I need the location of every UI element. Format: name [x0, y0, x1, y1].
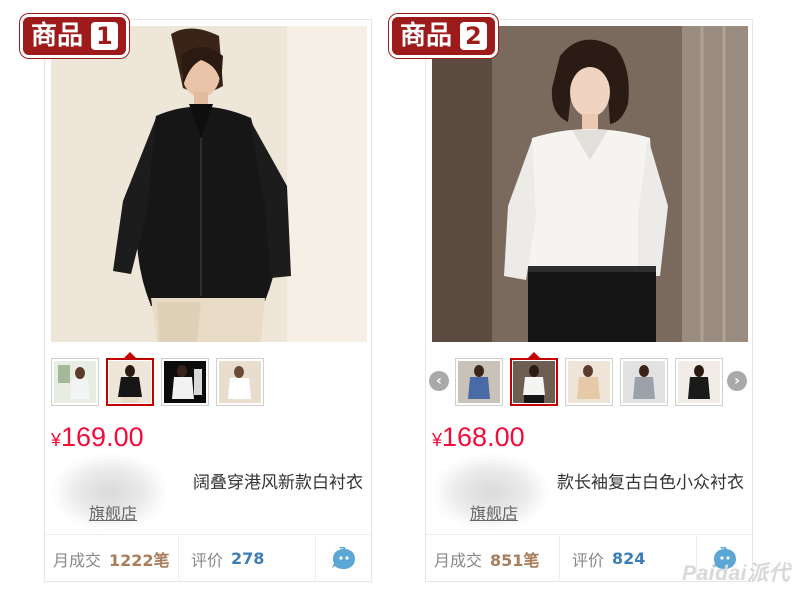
thumbnail-5[interactable] — [675, 358, 723, 406]
price-value: 168.00 — [442, 422, 525, 452]
sales-label: 月成交 — [434, 550, 483, 570]
sales-count: 1222笔 — [109, 550, 170, 570]
product-card-1: ¥169.00 阔叠穿港风新款白衬衣 旗舰店 月成交 1222笔 评价 278 — [44, 19, 372, 582]
reviews-label: 评价 — [572, 550, 605, 570]
thumbnail-2[interactable] — [106, 358, 154, 406]
prev-arrow-icon[interactable]: ‹ — [429, 371, 449, 391]
currency-symbol: ¥ — [432, 430, 443, 450]
review-count: 278 — [231, 549, 265, 568]
product-title[interactable]: 阔叠穿港风新款白衬衣 — [51, 468, 363, 493]
thumbnail-image — [54, 361, 96, 403]
thumbnail-image — [219, 361, 261, 403]
product-card-2: ‹ › ¥168.00 款长袖复古白色小众衬衣 旗舰店 月成交 851笔 评价 … — [425, 19, 753, 582]
next-arrow-icon[interactable]: › — [727, 371, 747, 391]
shop-link[interactable]: 旗舰店 — [89, 500, 137, 524]
thumbnail-2[interactable] — [510, 358, 558, 406]
thumbnail-image — [513, 361, 555, 403]
thumbnail-image — [623, 361, 665, 403]
thumbnail-1[interactable] — [51, 358, 99, 406]
badge-number: 2 — [460, 22, 487, 50]
watermark-logo: Paidai派代 — [682, 562, 790, 585]
product-badge-2: 商品 2 — [389, 14, 498, 58]
product-badge-1: 商品 1 — [20, 14, 129, 58]
currency-symbol: ¥ — [51, 430, 62, 450]
product-stats: 月成交 1222笔 评价 278 — [45, 534, 371, 582]
reviews[interactable]: 评价 824 — [559, 535, 696, 582]
monthly-sales: 月成交 1222笔 — [45, 535, 178, 582]
reviews[interactable]: 评价 278 — [178, 535, 315, 582]
thumbnail-4[interactable] — [216, 358, 264, 406]
sales-label: 月成交 — [53, 550, 102, 570]
product-main-image[interactable] — [51, 26, 367, 342]
product-title[interactable]: 款长袖复古白色小众衬衣 — [432, 468, 744, 493]
thumbnail-strip — [51, 358, 264, 406]
product-main-image[interactable] — [432, 26, 748, 342]
monthly-sales: 月成交 851笔 — [426, 535, 559, 582]
badge-number: 1 — [91, 22, 118, 50]
thumbnail-image — [458, 361, 500, 403]
thumbnail-image — [109, 361, 151, 403]
price-value: 169.00 — [61, 422, 144, 452]
shop-link[interactable]: 旗舰店 — [470, 500, 518, 524]
thumbnail-1[interactable] — [455, 358, 503, 406]
chat-bubble-icon — [331, 546, 355, 569]
badge-label: 商品 — [400, 21, 453, 51]
review-count: 824 — [612, 549, 646, 568]
woman-black-shirt-photo — [51, 26, 367, 342]
badge-label: 商品 — [31, 21, 84, 51]
product-price: ¥168.00 — [432, 422, 525, 453]
thumbnail-3[interactable] — [161, 358, 209, 406]
thumbnail-3[interactable] — [565, 358, 613, 406]
woman-white-shirt-photo — [432, 26, 748, 342]
thumbnail-image — [568, 361, 610, 403]
thumbnail-image — [678, 361, 720, 403]
thumbnail-4[interactable] — [620, 358, 668, 406]
thumbnail-strip — [455, 358, 723, 406]
chat-button[interactable] — [315, 535, 371, 582]
sales-count: 851笔 — [490, 550, 540, 570]
product-price: ¥169.00 — [51, 422, 144, 453]
thumbnail-image — [164, 361, 206, 403]
reviews-label: 评价 — [191, 550, 224, 570]
